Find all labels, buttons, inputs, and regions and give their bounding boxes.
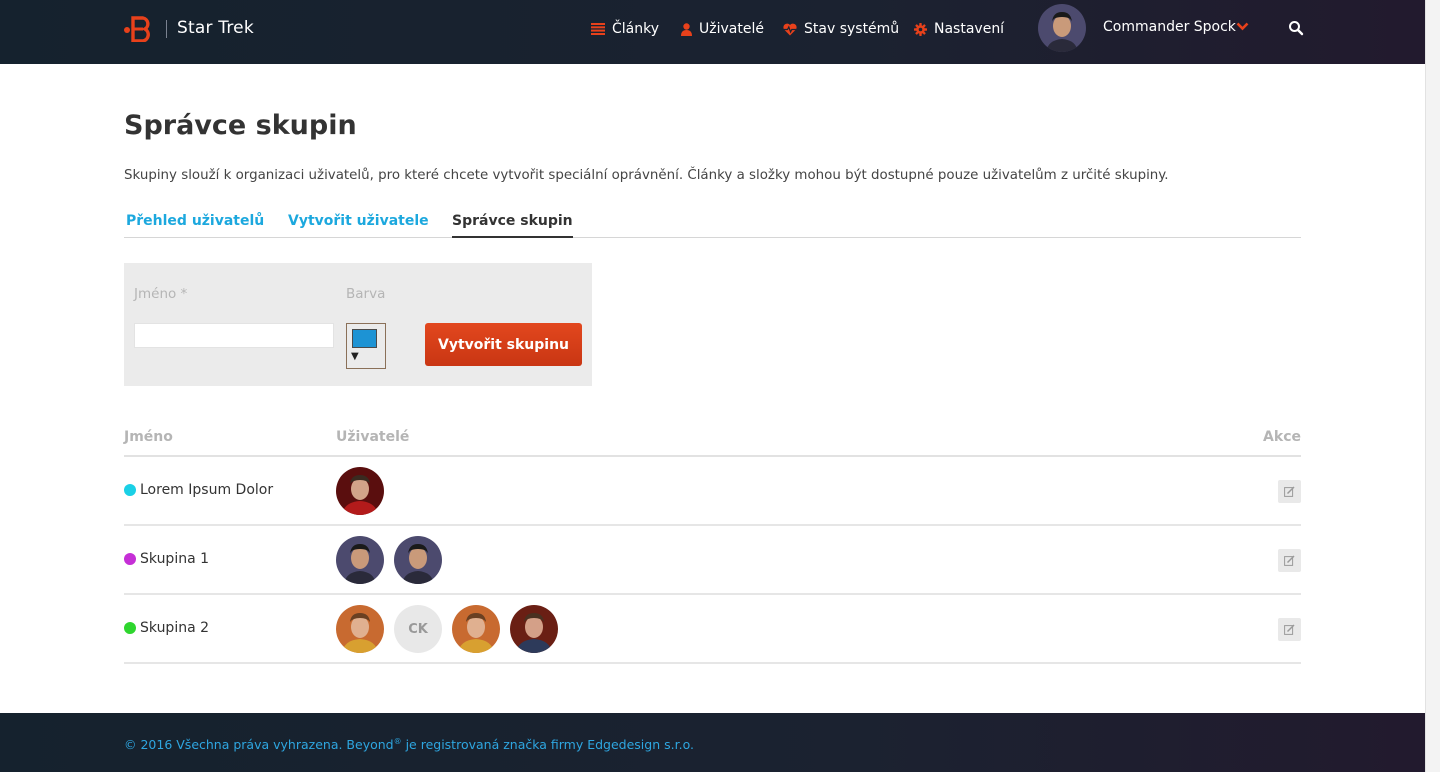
group-name: Skupina 1 bbox=[140, 551, 210, 567]
search-icon[interactable] bbox=[1288, 20, 1304, 36]
registered-mark: ® bbox=[393, 737, 402, 746]
group-members bbox=[336, 467, 394, 515]
tab-group-manager[interactable]: Správce skupin bbox=[452, 213, 573, 238]
edit-icon bbox=[1284, 486, 1295, 497]
group-name-cell: Skupina 2 bbox=[124, 620, 209, 636]
user-avatar[interactable] bbox=[510, 605, 558, 653]
nav-label: Uživatelé bbox=[699, 21, 764, 37]
edit-icon bbox=[1284, 624, 1295, 635]
group-color-dot bbox=[124, 622, 136, 634]
groups-table: Jméno Uživatelé Akce Lorem Ipsum Dolor S… bbox=[124, 426, 1301, 664]
footer-text-before: © 2016 Všechna práva vyhrazena. Beyond bbox=[124, 737, 394, 753]
group-name: Lorem Ipsum Dolor bbox=[140, 482, 274, 498]
user-avatar[interactable] bbox=[336, 467, 384, 515]
heartbeat-icon bbox=[783, 23, 797, 35]
current-user-name[interactable]: Commander Spock bbox=[1103, 19, 1236, 35]
column-header-users: Uživatelé bbox=[336, 429, 410, 445]
tab-user-overview[interactable]: Přehled uživatelů bbox=[126, 213, 264, 229]
dropdown-arrow-icon: ▼ bbox=[351, 351, 359, 362]
top-navigation-bar: Star Trek Články Uživatelé Stav systémů bbox=[0, 0, 1425, 64]
edit-group-button[interactable] bbox=[1278, 480, 1301, 503]
group-color-dot bbox=[124, 484, 136, 496]
edit-group-button[interactable] bbox=[1278, 549, 1301, 572]
group-members bbox=[336, 536, 452, 584]
beyond-logo-icon[interactable] bbox=[124, 16, 154, 42]
nav-label: Články bbox=[612, 21, 660, 37]
tab-bar: Přehled uživatelů Vytvořit uživatele Spr… bbox=[124, 212, 1301, 238]
group-name: Skupina 2 bbox=[140, 620, 210, 636]
table-row: Skupina 1 bbox=[124, 526, 1301, 595]
nav-item-settings[interactable]: Nastavení bbox=[914, 19, 1004, 39]
user-icon bbox=[681, 22, 692, 36]
scrollbar[interactable] bbox=[1425, 0, 1440, 772]
user-avatar-initials[interactable]: CK bbox=[394, 605, 442, 653]
nav-item-articles[interactable]: Články bbox=[591, 19, 659, 39]
nav-item-system-status[interactable]: Stav systémů bbox=[783, 19, 899, 39]
create-group-form: Jméno * Barva ▼ Vytvořit skupinu bbox=[124, 263, 592, 386]
tab-create-user[interactable]: Vytvořit uživatele bbox=[288, 213, 429, 229]
chevron-down-icon[interactable] bbox=[1236, 22, 1249, 31]
color-field-label: Barva bbox=[346, 286, 386, 302]
footer: © 2016 Všechna práva vyhrazena. Beyond® … bbox=[0, 713, 1425, 772]
group-name-cell: Lorem Ipsum Dolor bbox=[124, 482, 273, 498]
table-row: Lorem Ipsum Dolor bbox=[124, 457, 1301, 526]
create-group-button[interactable]: Vytvořit skupinu bbox=[425, 323, 582, 366]
gear-icon bbox=[914, 22, 927, 36]
nav-label: Nastavení bbox=[934, 21, 1005, 37]
color-swatch bbox=[352, 329, 377, 348]
column-header-actions: Akce bbox=[1263, 429, 1301, 445]
table-row: Skupina 2 CK bbox=[124, 595, 1301, 664]
group-name-input[interactable] bbox=[134, 323, 334, 348]
table-header: Jméno Uživatelé Akce bbox=[124, 426, 1301, 457]
group-color-dot bbox=[124, 553, 136, 565]
user-avatar[interactable] bbox=[394, 536, 442, 584]
edit-group-button[interactable] bbox=[1278, 618, 1301, 641]
nav-item-users[interactable]: Uživatelé bbox=[681, 19, 764, 39]
user-avatar[interactable] bbox=[336, 605, 384, 653]
name-field-label: Jméno * bbox=[134, 286, 188, 302]
color-picker[interactable]: ▼ bbox=[346, 323, 386, 369]
brand-separator bbox=[166, 20, 167, 38]
group-name-cell: Skupina 1 bbox=[124, 551, 209, 567]
page-description: Skupiny slouží k organizaci uživatelů, p… bbox=[124, 168, 1169, 183]
nav-label: Stav systémů bbox=[804, 21, 900, 37]
user-avatar[interactable] bbox=[452, 605, 500, 653]
list-icon bbox=[591, 23, 605, 35]
group-members: CK bbox=[336, 605, 568, 653]
footer-text-after: je registrovaná značka firmy Edgedesign … bbox=[401, 737, 694, 753]
user-avatar[interactable] bbox=[336, 536, 384, 584]
column-header-name: Jméno bbox=[124, 429, 173, 445]
page: Star Trek Články Uživatelé Stav systémů bbox=[0, 0, 1425, 772]
footer-copyright: © 2016 Všechna práva vyhrazena. Beyond® … bbox=[124, 737, 694, 752]
page-title: Správce skupin bbox=[124, 110, 357, 141]
app-name[interactable]: Star Trek bbox=[177, 18, 254, 38]
current-user-avatar[interactable] bbox=[1038, 4, 1086, 52]
edit-icon bbox=[1284, 555, 1295, 566]
